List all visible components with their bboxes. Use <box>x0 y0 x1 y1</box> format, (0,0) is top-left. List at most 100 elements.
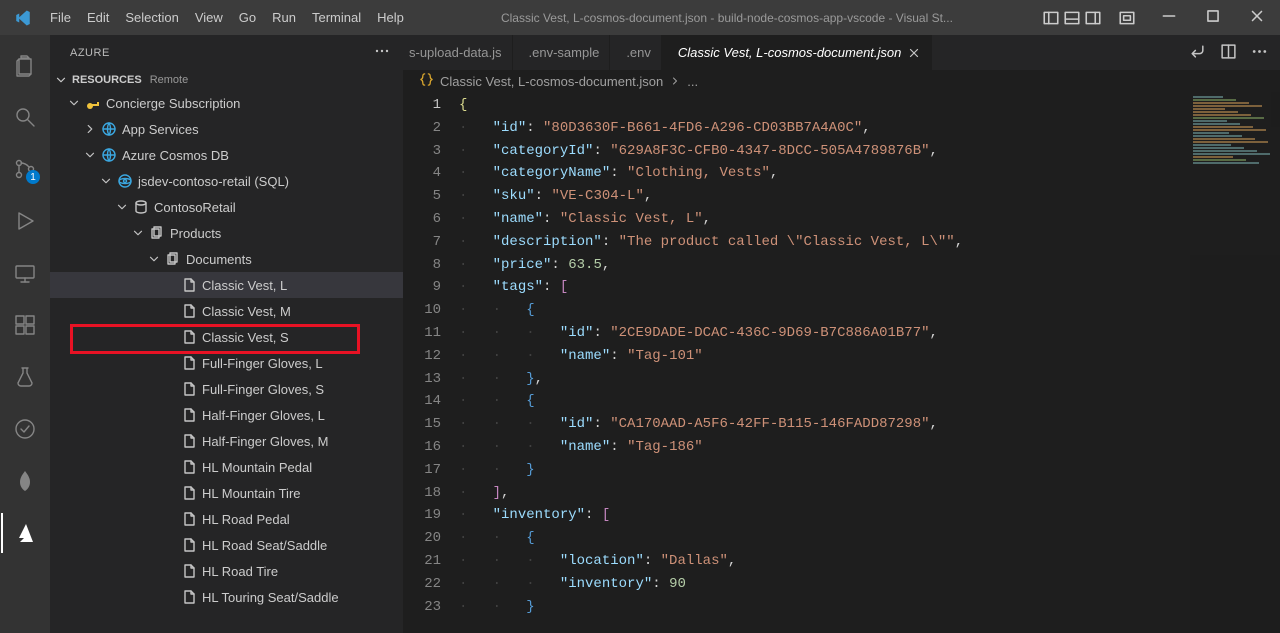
menu-file[interactable]: File <box>42 6 79 29</box>
tree-label: HL Road Pedal <box>200 512 290 527</box>
open-changes-icon[interactable] <box>1189 43 1206 63</box>
tree-row[interactable]: App Services <box>50 116 403 142</box>
file-icon <box>181 277 197 293</box>
db-icon <box>133 199 149 215</box>
more-actions-icon[interactable] <box>1251 43 1268 63</box>
activity-bar: 1 <box>0 35 50 633</box>
close-window-button[interactable] <box>1242 3 1272 32</box>
tree-label: HL Road Tire <box>200 564 278 579</box>
tree-label: App Services <box>120 122 199 137</box>
search-icon[interactable] <box>1 97 49 137</box>
twisty-spacer <box>162 589 178 605</box>
extensions-icon[interactable] <box>1 305 49 345</box>
menu-help[interactable]: Help <box>369 6 412 29</box>
tree-row[interactable]: HL Road Seat/Saddle <box>50 532 403 558</box>
tree-row[interactable]: ContosoRetail <box>50 194 403 220</box>
editor-tab[interactable]: s-upload-data.js <box>403 35 513 70</box>
chevron-down-icon[interactable] <box>146 251 162 267</box>
tree-row[interactable]: Products <box>50 220 403 246</box>
explorer-icon[interactable] <box>1 45 49 85</box>
sidebar: AZURE RESOURCES Remote Concierge Subscri… <box>50 35 403 633</box>
section-header-resources[interactable]: RESOURCES Remote <box>50 70 403 90</box>
sidebar-more-icon[interactable] <box>373 43 391 62</box>
editor-tab[interactable]: Classic Vest, L-cosmos-document.json <box>662 35 933 70</box>
tree-label: HL Road Seat/Saddle <box>200 538 327 553</box>
file-icon <box>181 329 197 345</box>
chevron-right-icon[interactable] <box>82 121 98 137</box>
tree-row[interactable]: HL Mountain Pedal <box>50 454 403 480</box>
menu-run[interactable]: Run <box>264 6 304 29</box>
code-editor[interactable]: 1234567891011121314151617181920212223 {·… <box>403 92 1280 633</box>
tree-row[interactable]: Documents <box>50 246 403 272</box>
file-icon <box>181 459 197 475</box>
twisty-spacer <box>162 303 178 319</box>
source-control-icon[interactable]: 1 <box>1 149 49 189</box>
file-icon <box>181 433 197 449</box>
twisty-spacer <box>162 563 178 579</box>
chevron-down-icon[interactable] <box>114 199 130 215</box>
file-icon <box>181 537 197 553</box>
breadcrumb[interactable]: Classic Vest, L-cosmos-document.json ... <box>403 70 1280 92</box>
tree-row[interactable]: Half-Finger Gloves, L <box>50 402 403 428</box>
tree-label: HL Mountain Pedal <box>200 460 312 475</box>
menu-edit[interactable]: Edit <box>79 6 117 29</box>
azure-icon[interactable] <box>1 513 49 553</box>
tab-label: Classic Vest, L-cosmos-document.json <box>678 45 902 60</box>
tree-row[interactable]: jsdev-contoso-retail (SQL) <box>50 168 403 194</box>
resource-tree[interactable]: Concierge Subscription App Services Azure … <box>50 90 403 633</box>
file-icon <box>181 511 197 527</box>
menu-go[interactable]: Go <box>231 6 264 29</box>
tree-row[interactable]: Half-Finger Gloves, M <box>50 428 403 454</box>
window-title: Classic Vest, L-cosmos-document.json - b… <box>416 11 1038 25</box>
tree-row[interactable]: Classic Vest, L <box>50 272 403 298</box>
mongodb-icon[interactable] <box>1 461 49 501</box>
file-icon <box>181 303 197 319</box>
chevron-down-icon[interactable] <box>98 173 114 189</box>
file-icon <box>181 355 197 371</box>
tree-label: Half-Finger Gloves, M <box>200 434 328 449</box>
testing-icon[interactable] <box>1 357 49 397</box>
files-icon <box>165 251 181 267</box>
tree-label: Documents <box>184 252 252 267</box>
tree-label: HL Mountain Tire <box>200 486 301 501</box>
file-icon <box>181 563 197 579</box>
tree-label: Full-Finger Gloves, S <box>200 382 324 397</box>
maximize-button[interactable] <box>1198 3 1228 32</box>
twisty-spacer <box>162 511 178 527</box>
run-debug-icon[interactable] <box>1 201 49 241</box>
tree-row[interactable]: Full-Finger Gloves, L <box>50 350 403 376</box>
minimize-button[interactable] <box>1154 3 1184 32</box>
task-icon[interactable] <box>1 409 49 449</box>
menu-view[interactable]: View <box>187 6 231 29</box>
cosmos-icon <box>117 173 133 189</box>
tree-label: Classic Vest, L <box>200 278 287 293</box>
tree-row[interactable]: Azure Cosmos DB <box>50 142 403 168</box>
vscode-logo-icon <box>14 9 32 27</box>
menu-terminal[interactable]: Terminal <box>304 6 369 29</box>
chevron-down-icon[interactable] <box>82 147 98 163</box>
layout-controls[interactable] <box>1042 9 1136 27</box>
tree-row[interactable]: HL Road Pedal <box>50 506 403 532</box>
editor-tab[interactable]: .env-sample <box>513 35 611 70</box>
tree-row[interactable]: HL Touring Seat/Saddle <box>50 584 403 610</box>
remote-explorer-icon[interactable] <box>1 253 49 293</box>
tree-label: HL Touring Seat/Saddle <box>200 590 339 605</box>
tree-row[interactable]: HL Mountain Tire <box>50 480 403 506</box>
tree-row[interactable]: Classic Vest, M <box>50 298 403 324</box>
tree-row[interactable]: HL Road Tire <box>50 558 403 584</box>
key-icon <box>85 95 101 111</box>
tree-row[interactable]: Concierge Subscription <box>50 90 403 116</box>
editor-tab[interactable]: .env <box>610 35 662 70</box>
close-tab-icon[interactable] <box>907 46 921 60</box>
menu-selection[interactable]: Selection <box>117 6 186 29</box>
tree-row[interactable]: Classic Vest, S <box>50 324 403 350</box>
editor-tabs: s-upload-data.js .env-sample .env Classic V… <box>403 35 1280 70</box>
tab-label: .env-sample <box>529 45 600 60</box>
minimap[interactable] <box>1190 92 1280 633</box>
tree-row[interactable]: Full-Finger Gloves, S <box>50 376 403 402</box>
tab-label: s-upload-data.js <box>409 45 502 60</box>
split-editor-icon[interactable] <box>1220 43 1237 63</box>
file-icon <box>181 589 197 605</box>
chevron-down-icon[interactable] <box>66 95 82 111</box>
chevron-down-icon[interactable] <box>130 225 146 241</box>
